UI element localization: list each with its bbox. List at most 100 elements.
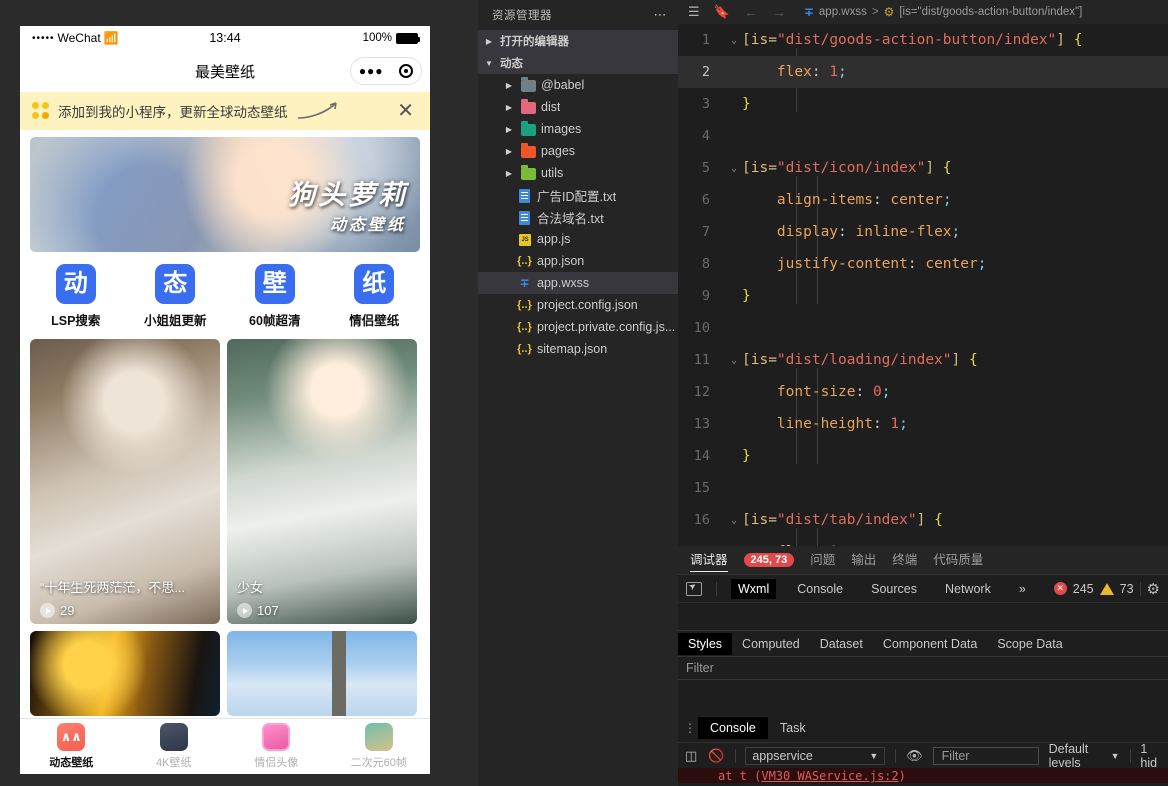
line-text: line-height: 1; (742, 416, 908, 432)
chevron-right-icon[interactable]: ▶ (502, 81, 516, 90)
error-warning-summary[interactable]: ✕ 245 73 ⚙ (1054, 580, 1160, 598)
clear-console-icon[interactable]: 🚫 (708, 748, 724, 764)
wxml-tree-area[interactable] (678, 602, 1168, 630)
console-filter-input[interactable]: Filter (933, 747, 1039, 765)
explorer-item-pages[interactable]: ▶ pages (478, 140, 678, 162)
open-editors-section[interactable]: ▶ 打开的编辑器 (478, 30, 678, 52)
json-file-icon: {..} (516, 320, 533, 335)
project-root-section[interactable]: ▼ 动态 (478, 52, 678, 74)
quicknav-item-60fps[interactable]: 壁 60帧超清 (225, 264, 325, 329)
inspect-element-icon[interactable] (686, 582, 702, 596)
panel-tab-code-quality[interactable]: 代码质量 (933, 549, 983, 571)
fold-icon[interactable]: ⌄ (726, 35, 742, 46)
line-text: } (742, 96, 751, 112)
tab-couple-avatar[interactable]: 情侣头像 (225, 723, 328, 770)
explorer-item-images[interactable]: ▶ images (478, 118, 678, 140)
line-number: 14 (678, 448, 726, 464)
panel-tab-problems[interactable]: 问题 (810, 549, 835, 571)
chevron-right-icon[interactable]: ▶ (502, 147, 516, 156)
code-area[interactable]: 1 ⌄ [is="dist/goods-action-button/index"… (678, 24, 1168, 546)
explorer-item-utils[interactable]: ▶ utils (478, 162, 678, 184)
tab-4k-wallpaper[interactable]: 4K壁纸 (123, 723, 226, 770)
fold-icon[interactable]: ⌄ (726, 515, 742, 526)
arrow-left-icon[interactable]: ← (744, 4, 758, 20)
error-source-link[interactable]: VM30 WAService.js:2 (761, 769, 898, 783)
more-dots-icon[interactable]: ●●● (359, 65, 384, 77)
ellipsis-icon[interactable]: ⋯ (654, 7, 669, 23)
styles-tab-styles[interactable]: Styles (678, 633, 732, 655)
panel-tab-debugger[interactable]: 调试器 (690, 549, 728, 572)
chevron-right-icon[interactable]: ▶ (502, 169, 516, 178)
target-icon[interactable] (399, 64, 413, 78)
devtools-tab-sources[interactable]: Sources (864, 579, 924, 599)
console-tab-task[interactable]: Task (768, 717, 818, 739)
styles-tab-dataset[interactable]: Dataset (810, 633, 873, 655)
explorer-item-app-json[interactable]: {..} app.json (478, 250, 678, 272)
javascript-file-icon: JS (516, 232, 533, 247)
error-icon: ✕ (1054, 582, 1067, 595)
devtools-tab-wxml[interactable]: Wxml (731, 579, 776, 599)
explorer-item-dist[interactable]: ▶ dist (478, 96, 678, 118)
line-number: 4 (678, 128, 726, 144)
arrow-right-icon[interactable]: → (772, 4, 786, 20)
console-levels-select[interactable]: Default levels ▼ (1049, 742, 1120, 770)
breadcrumb-symbol[interactable]: [is="dist/goods-action-button/index"] (899, 6, 1082, 18)
devtools-tab-network[interactable]: Network (938, 579, 998, 599)
explorer-item-sitemap-json[interactable]: {..} sitemap.json (478, 338, 678, 360)
hero-banner[interactable]: 狗头萝莉 动态壁纸 (30, 137, 420, 252)
chevron-right-icon[interactable]: ▶ (482, 37, 496, 46)
breadcrumb-file[interactable]: app.wxss (819, 6, 867, 18)
kebab-menu-icon[interactable]: ⋮ (682, 721, 698, 735)
styles-tab-scope-data[interactable]: Scope Data (987, 633, 1072, 655)
bookmark-icon[interactable]: 🔖 (714, 4, 730, 20)
line-number: 8 (678, 256, 726, 272)
panel-tab-terminal[interactable]: 终端 (892, 549, 917, 571)
quicknav-item-couple[interactable]: 纸 情侣壁纸 (325, 264, 425, 329)
phone-simulator[interactable]: ••••• WeChat 📶 13:44 100% 最美壁纸 ●●● (20, 26, 430, 774)
devtools-tab-console[interactable]: Console (790, 579, 850, 599)
card-caption: “十年生死两茫茫，不思... (40, 577, 210, 596)
quicknav-glyph-icon: 纸 (354, 264, 394, 304)
styles-filter-input[interactable]: Filter (678, 656, 1168, 680)
chevron-down-icon: ▼ (1111, 751, 1120, 761)
wallpaper-card[interactable] (30, 631, 220, 716)
quicknav-item-lsp[interactable]: 动 LSP搜索 (26, 264, 126, 329)
console-sidebar-icon[interactable]: ◫ (684, 748, 698, 764)
curved-arrow-icon (296, 101, 386, 121)
explorer-item-domain-txt[interactable]: 合法域名.txt (478, 206, 678, 228)
wallpaper-card[interactable]: “十年生死两茫茫，不思... 29 (30, 339, 220, 624)
explorer-item-project-private-config[interactable]: {..} project.private.config.js... (478, 316, 678, 338)
tab-anime-60fps[interactable]: 二次元60帧 (328, 723, 431, 770)
promo-banner[interactable]: 添加到我的小程序，更新全球动态壁纸 ✕ (20, 92, 430, 130)
couple-avatar-icon (262, 723, 290, 751)
quicknav-item-update[interactable]: 态 小姐姐更新 (126, 264, 226, 329)
wallpaper-card[interactable] (227, 631, 417, 716)
explorer-item-app-wxss[interactable]: ∓ app.wxss (478, 272, 678, 294)
wallpaper-card[interactable]: 少女 107 (227, 339, 417, 624)
text-file-icon (516, 210, 533, 225)
tab-dynamic-wallpaper[interactable]: 动态壁纸 (20, 723, 123, 770)
divider (1140, 582, 1141, 596)
chevron-down-icon[interactable]: ▼ (482, 59, 496, 68)
explorer-item-babel[interactable]: ▶ @babel (478, 74, 678, 96)
console-tab-console[interactable]: Console (698, 717, 768, 739)
chevron-right-icon[interactable]: ▶ (502, 103, 516, 112)
styles-tab-component-data[interactable]: Component Data (873, 633, 988, 655)
chevron-double-right-icon[interactable]: » (1012, 579, 1033, 599)
console-context-select[interactable]: appservice ▼ (745, 747, 885, 765)
close-icon[interactable]: ✕ (393, 101, 418, 121)
explorer-item-app-js[interactable]: JS app.js (478, 228, 678, 250)
tab-label: 二次元60帧 (351, 754, 407, 770)
explorer-item-ad-config-txt[interactable]: 广告ID配置.txt (478, 184, 678, 206)
explorer-item-project-config[interactable]: {..} project.config.json (478, 294, 678, 316)
list-icon[interactable]: ☰ (688, 4, 700, 20)
gear-icon[interactable]: ⚙ (1147, 580, 1160, 598)
panel-tab-output[interactable]: 输出 (851, 549, 876, 571)
styles-tab-computed[interactable]: Computed (732, 633, 810, 655)
chevron-right-icon[interactable]: ▶ (502, 125, 516, 134)
fold-icon[interactable]: ⌄ (726, 355, 742, 366)
wechat-capsule[interactable]: ●●● (350, 57, 422, 85)
eye-icon[interactable]: 👁 (906, 748, 923, 764)
line-number: 12 (678, 384, 726, 400)
fold-icon[interactable]: ⌄ (726, 163, 742, 174)
